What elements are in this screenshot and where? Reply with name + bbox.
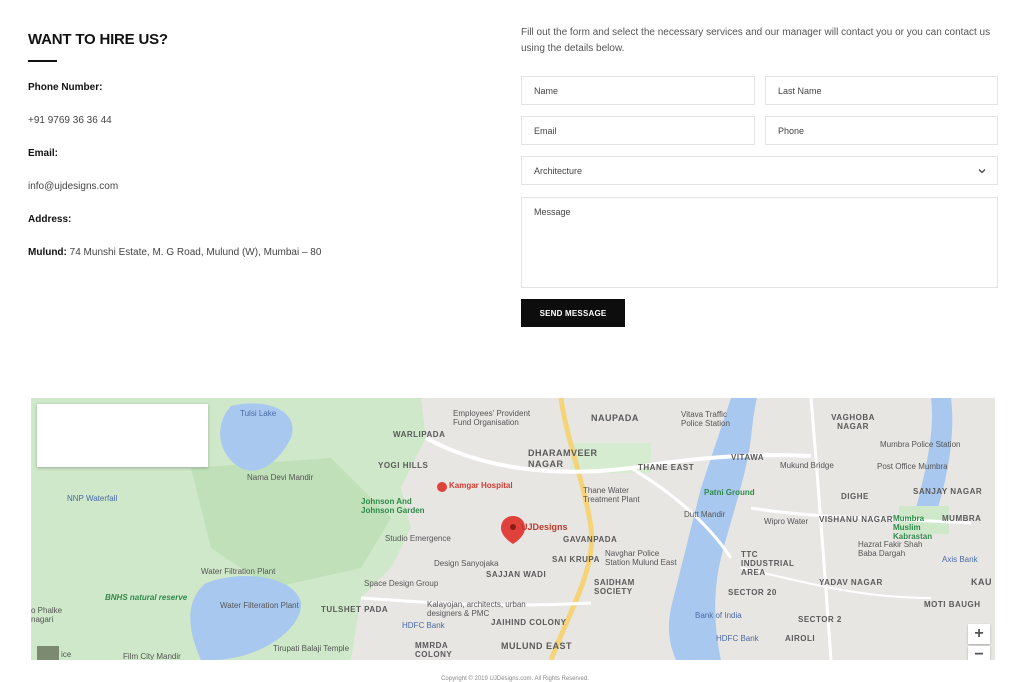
map-label-yadav-nagar: YADAV NAGAR <box>819 578 883 587</box>
map-label-wipro: Wipro Water <box>764 517 809 526</box>
map-label-mulund-east: MULUND EAST <box>501 641 572 651</box>
address-label: Address: <box>28 214 72 225</box>
email-placeholder: Email <box>534 125 557 136</box>
map-label-jaihind: JAIHIND COLONY <box>491 618 567 627</box>
phone-placeholder: Phone <box>778 125 805 136</box>
map-label-dharamveer: DHARAMVEER NAGAR <box>528 448 598 469</box>
email-value[interactable]: info@ujdesigns.com <box>28 181 118 192</box>
send-message-button[interactable]: SEND MESSAGE <box>521 299 625 327</box>
map-label-water-filtration-1: Water Filtration Plant <box>201 567 276 576</box>
map-label-johnson-garden: Johnson And Johnson Garden <box>361 497 425 515</box>
address-value: Mulund: 74 Munshi Estate, M. G Road, Mul… <box>28 247 321 258</box>
map-label-film-city: Film City Mandir <box>123 652 181 660</box>
map-label-bank-of-india: Bank of India <box>695 611 742 620</box>
map-label-naupada: NAUPADA <box>591 413 639 423</box>
last-name-placeholder: Last Name <box>778 85 822 96</box>
map-label-axis-bank: Axis Bank <box>942 555 978 564</box>
map-label-sajjan-wadi: SAJJAN WADI <box>486 570 547 579</box>
map-label-mumbra: MUMBRA <box>942 514 982 523</box>
map-label-ice: ice <box>61 650 72 659</box>
map-label-airoli: AIROLI <box>785 634 816 643</box>
map-label-mumbra-police: Mumbra Police Station <box>880 440 961 449</box>
map-label-thane-water: Thane Water Treatment Plant <box>583 486 640 504</box>
map-label-saidham: SAIDHAM SOCIETY <box>594 578 635 596</box>
phone-input[interactable]: Phone <box>765 116 998 145</box>
email-label: Email: <box>28 148 59 159</box>
map-label-phalke: o Phalke nagari <box>31 606 63 624</box>
location-map[interactable]: Tulsi Lake WARLIPADA YOGI HILLS Nama Dev… <box>31 398 995 660</box>
address-city: Mulund: <box>28 247 67 258</box>
service-selected-value: Architecture <box>534 165 583 176</box>
map-label-dutt-mandir: Dutt Mandir <box>684 510 726 519</box>
map-label-ttc: TTC INDUSTRIAL AREA <box>741 550 795 577</box>
map-label-nnp-waterfall: NNP Waterfall <box>67 494 118 503</box>
map-label-hdfc-2: HDFC Bank <box>716 634 759 643</box>
ujdesigns-marker-label[interactable]: UJDesigns <box>521 522 568 532</box>
map-label-warlipada: WARLIPADA <box>393 430 446 439</box>
map-label-tirupati: Tirupati Balaji Temple <box>273 644 350 653</box>
address-text: 74 Munshi Estate, M. G Road, Mulund (W),… <box>69 247 322 258</box>
map-zoom-out-button[interactable]: − <box>968 646 990 660</box>
map-label-bnhs: BNHS natural reserve <box>105 593 188 602</box>
map-label-hdfc-1: HDFC Bank <box>402 621 445 630</box>
map-satellite-thumbnail[interactable] <box>37 646 59 660</box>
map-label-sanjay-nagar: SANJAY NAGAR <box>913 487 983 496</box>
map-label-water-filtration-2: Water Filteration Plant <box>220 601 299 610</box>
map-label-yogi-hills: YOGI HILLS <box>378 461 429 470</box>
name-placeholder: Name <box>534 85 559 96</box>
chevron-down-icon <box>978 169 986 174</box>
map-label-post-office: Post Office Mumbra <box>877 462 948 471</box>
map-label-tulsi-lake: Tulsi Lake <box>240 409 277 418</box>
map-label-space-design: Space Design Group <box>364 579 439 588</box>
map-label-thane-east: THANE EAST <box>638 463 695 472</box>
map-zoom-in-button[interactable]: + <box>968 624 990 644</box>
map-label-moti-baugh: MOTI BAUGH <box>924 600 981 609</box>
map-label-kalayojan: Kalayojan, architects, urban designers &… <box>427 600 526 618</box>
map-label-vaghoba: VAGHOBA NAGAR <box>831 413 875 431</box>
contact-title: WANT TO HIRE US? <box>28 31 168 48</box>
map-label-patni-ground: Patni Ground <box>704 488 755 497</box>
map-label-sector-2: SECTOR 2 <box>798 615 842 624</box>
message-textarea[interactable]: Message <box>521 197 998 288</box>
map-label-kamgar-hospital: Kamgar Hospital <box>449 481 513 490</box>
map-label-employees-pf: Employees' Provident Fund Organisation <box>453 409 531 427</box>
map-label-tulshet-pada: TULSHET PADA <box>321 605 389 614</box>
service-select[interactable]: Architecture <box>521 156 998 185</box>
map-label-navghar-police: Navghar Police Station Mulund East <box>605 549 677 567</box>
map-label-hazrat: Hazrat Fakir Shah Baba Dargah <box>858 540 923 558</box>
phone-label: Phone Number: <box>28 82 103 93</box>
name-input[interactable]: Name <box>521 76 755 105</box>
map-label-studio-emergence: Studio Emergence <box>385 534 451 543</box>
map-label-dighe: DIGHE <box>841 492 869 501</box>
map-label-vitawa-traffic: Vitava Traffic Police Station <box>681 410 730 428</box>
map-label-kau: KAU <box>971 577 992 587</box>
form-intro: Fill out the form and select the necessa… <box>521 27 991 54</box>
footer-copyright: Copyright © 2019 UJDesigns.com. All Righ… <box>441 676 589 682</box>
map-label-sai-krupa: SAI KRUPA <box>552 555 600 564</box>
title-underline <box>28 60 57 62</box>
map-label-vitawa: VITAWA <box>731 453 765 462</box>
map-label-mmrda: MMRDA COLONY <box>415 641 453 659</box>
message-placeholder: Message <box>534 207 571 217</box>
phone-value[interactable]: +91 9769 36 36 44 <box>28 115 112 126</box>
map-info-card[interactable] <box>37 404 208 467</box>
map-label-design-sanyojaka: Design Sanyojaka <box>434 559 499 568</box>
last-name-input[interactable]: Last Name <box>765 76 998 105</box>
map-label-nama-devi: Nama Devi Mandir <box>247 473 314 482</box>
map-label-vishanu-nagar: VISHANU NAGAR <box>819 515 894 524</box>
map-label-mukund-bridge: Mukund Bridge <box>780 461 834 470</box>
map-label-sector-20: SECTOR 20 <box>728 588 777 597</box>
email-input[interactable]: Email <box>521 116 755 145</box>
map-label-mumbra-kabrastan: Mumbra Muslim Kabrastan <box>893 514 933 541</box>
map-label-gavanpada: GAVANPADA <box>563 535 618 544</box>
